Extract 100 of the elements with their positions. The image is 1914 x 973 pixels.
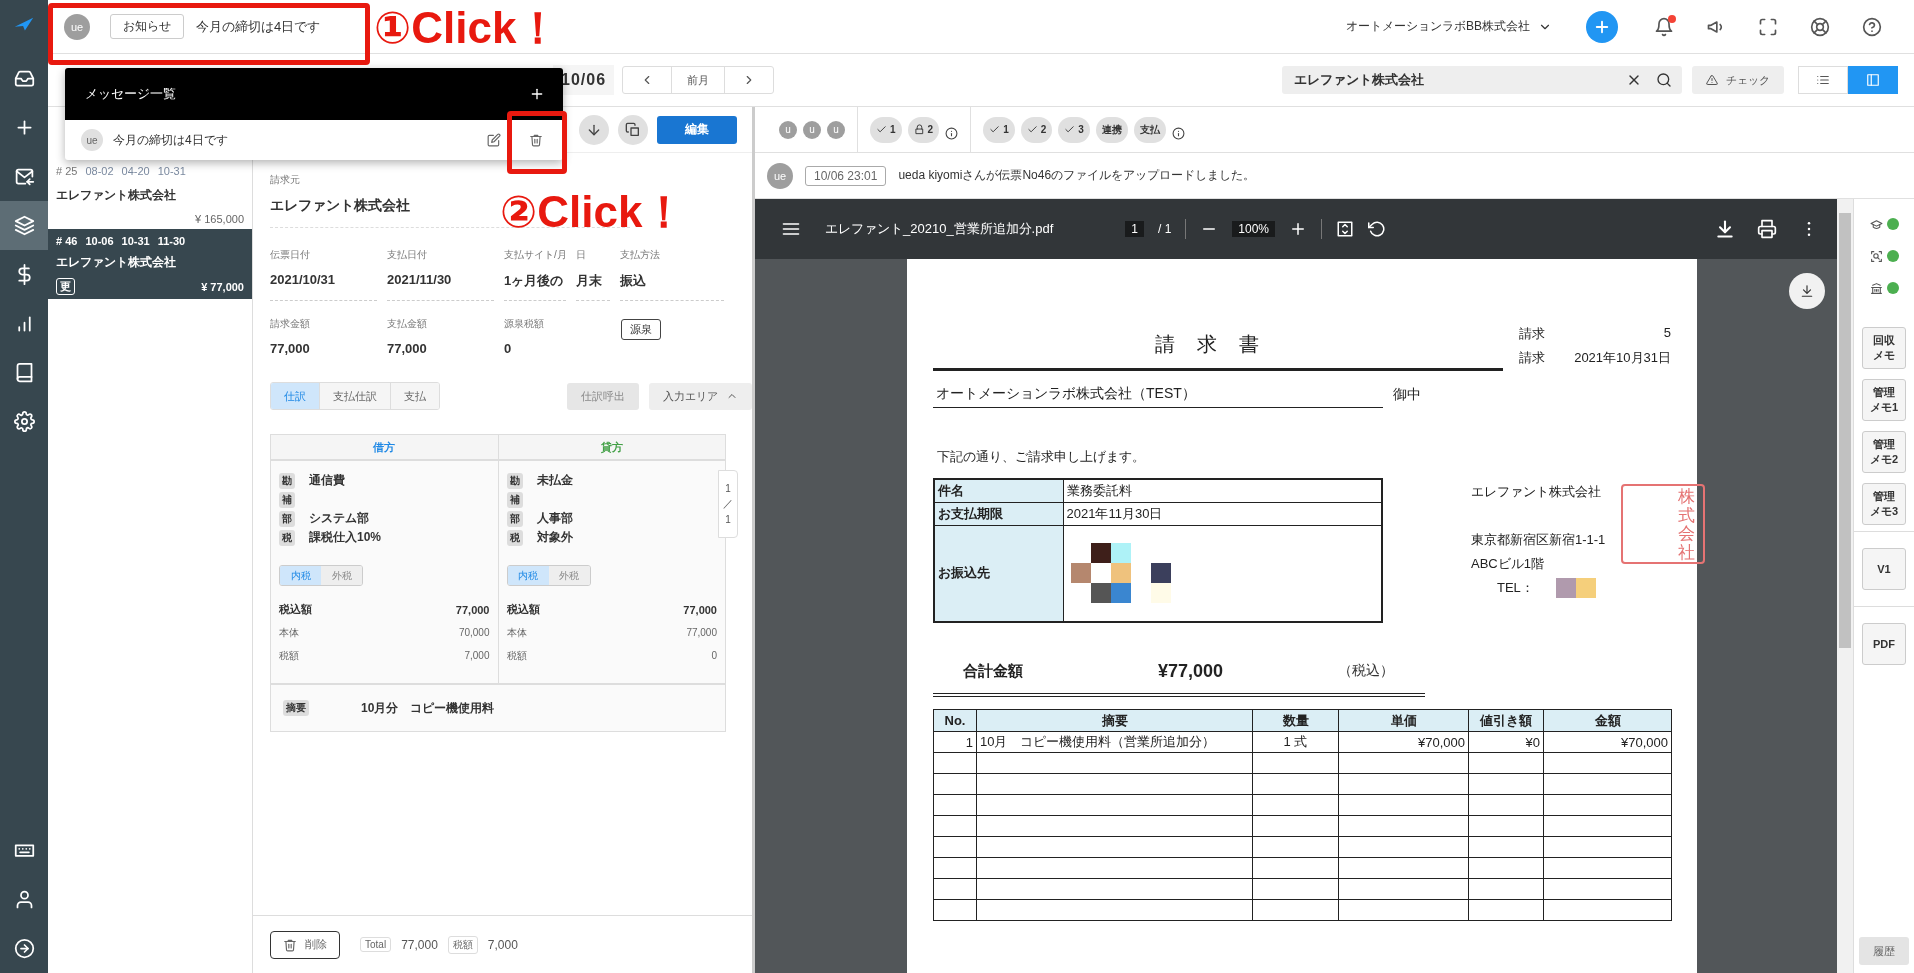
withholding-button[interactable]: 源泉	[621, 319, 661, 340]
table-cell: ¥70,000	[1338, 731, 1469, 753]
approval-chip[interactable]: 1	[870, 116, 902, 143]
intro-text: 下記の通り、ご請求申し上げます。	[937, 448, 1146, 466]
fullscreen-icon	[1758, 16, 1778, 37]
voucher-amount: ¥ 77,000	[201, 280, 244, 293]
search-icon[interactable]	[1656, 72, 1672, 88]
lifebuoy-icon	[1810, 16, 1830, 37]
check-icon	[1026, 124, 1038, 135]
memo-button[interactable]: 管理メモ2	[1862, 431, 1906, 473]
download-icon[interactable]	[1715, 219, 1735, 239]
field-label: 伝票日付	[270, 248, 311, 262]
voucher-number: # 25	[56, 165, 78, 177]
check-icon	[1064, 124, 1076, 135]
honorific: 御中	[1393, 385, 1421, 404]
field-tag: 勘	[279, 472, 295, 489]
plus-icon[interactable]	[529, 86, 545, 102]
layers-icon	[13, 215, 35, 236]
message-text: 今月の締切は4日です	[113, 131, 229, 149]
page-count: / 1	[1158, 222, 1172, 236]
company-selector[interactable]: オートメーションラボBB株式会社	[1346, 18, 1552, 35]
info-icon[interactable]	[1171, 127, 1185, 140]
search-field[interactable]: エレファント株式会社	[1282, 66, 1682, 94]
tab[interactable]: 支払	[391, 383, 439, 409]
edit-button[interactable]: 編集	[657, 115, 737, 144]
activity-message: ueda kiyomiさんが伝票No46のファイルをアップロードしました。	[898, 167, 1256, 184]
tax-amount: 7,000	[487, 937, 518, 952]
zoom-field[interactable]: 100%	[1232, 221, 1276, 237]
meta-label: 請求	[1519, 349, 1545, 367]
check-icon	[876, 124, 887, 135]
add-button[interactable]	[1586, 10, 1618, 43]
approval-chip[interactable]: 支払	[1133, 116, 1166, 143]
total-amount: ¥77,000	[1158, 660, 1225, 682]
meta-label: 請求	[1519, 325, 1545, 343]
tab[interactable]: 支払仕訳	[320, 383, 391, 409]
memo-button[interactable]: 回収メモ	[1862, 327, 1906, 369]
approval-chip[interactable]: 1	[983, 116, 1015, 143]
voucher-list-item[interactable]: # 46 10-06 10-31 11-30 エレファント株式会社 更 ¥ 77,000	[48, 229, 252, 299]
delete-button[interactable]: 削除	[270, 930, 340, 959]
redacted-pixels	[1555, 578, 1596, 598]
copy-icon	[625, 121, 641, 138]
notice-text[interactable]: 今月の締切は4日です	[196, 17, 321, 36]
scrollbar[interactable]	[1837, 199, 1853, 973]
amount-value: 77,000	[686, 627, 717, 638]
user-avatar: u	[827, 120, 845, 139]
account-value: 課税仕入10%	[309, 529, 382, 546]
field-label: 支払方法	[620, 248, 661, 262]
field-tag: 補	[279, 491, 295, 508]
edit-icon[interactable]	[487, 133, 501, 147]
voucher-number: # 46	[56, 235, 78, 247]
approval-chip[interactable]: 連携	[1095, 116, 1128, 143]
memo-button[interactable]: 管理メモ3	[1862, 483, 1906, 525]
company-seal: 株式会社	[1621, 484, 1705, 564]
click-label: ②Click！	[500, 190, 687, 234]
approval-chip[interactable]: 3	[1058, 116, 1090, 143]
column-header: 単価	[1338, 709, 1469, 732]
table-cell: 1	[933, 731, 977, 753]
approval-chip[interactable]: 2	[1020, 116, 1053, 143]
check-button[interactable]: チェック	[1692, 66, 1784, 94]
panel-view-button[interactable]	[1848, 66, 1898, 94]
amount-label: 本体	[506, 625, 527, 640]
warning-icon	[1706, 74, 1718, 86]
info-icon[interactable]	[945, 127, 959, 140]
copy-button[interactable]	[618, 114, 648, 145]
print-icon[interactable]	[1757, 219, 1777, 239]
field-label: 日	[576, 248, 587, 262]
tax-note: （税込）	[1338, 662, 1394, 680]
rotate-icon[interactable]	[1368, 220, 1387, 238]
field-value: 2021/11/30	[387, 272, 453, 287]
version-button[interactable]: V1	[1862, 548, 1906, 590]
memo-button[interactable]: 管理メモ1	[1862, 379, 1906, 421]
trash-icon[interactable]	[529, 133, 543, 147]
download-icon	[1800, 284, 1814, 298]
amount-label: 税込額	[506, 602, 540, 617]
amount-value: 7,000	[464, 650, 490, 661]
field-tag: 部	[506, 510, 523, 527]
list-icon	[1816, 73, 1830, 87]
voucher-list-item[interactable]: # 25 08-02 04-20 10-31 エレファント株式会社 ¥ 165,000	[48, 159, 252, 229]
file-name: エレファント_20210_営業所追加分.pdf	[825, 220, 1054, 238]
tel-label: TEL：	[1497, 579, 1534, 597]
table-cell: ¥70,000	[1543, 731, 1672, 753]
download-button[interactable]	[1789, 273, 1825, 309]
approval-chip[interactable]: 2	[907, 116, 940, 143]
pdf-button[interactable]: PDF	[1862, 623, 1906, 665]
download-button[interactable]	[579, 114, 609, 145]
notice-tag: お知らせ	[110, 14, 184, 39]
fit-page-icon[interactable]	[1336, 220, 1355, 238]
field-value: 2021/10/31	[270, 272, 337, 287]
tax-tag: 税額	[447, 935, 478, 954]
trash-icon	[283, 937, 297, 952]
page-number-field[interactable]: 1	[1125, 221, 1144, 237]
total-label: 合計金額	[963, 661, 1024, 681]
vendor-name: エレファント株式会社	[56, 254, 177, 271]
input-area-button[interactable]: 入力エリア	[649, 382, 752, 410]
field-tag: 税	[279, 529, 295, 546]
nav-button[interactable]	[0, 201, 48, 250]
column-header: 借方	[271, 435, 498, 461]
column-header: 摘要	[976, 709, 1253, 732]
history-button[interactable]: 履歴	[1859, 937, 1909, 965]
amount-label: 本体	[279, 625, 299, 640]
